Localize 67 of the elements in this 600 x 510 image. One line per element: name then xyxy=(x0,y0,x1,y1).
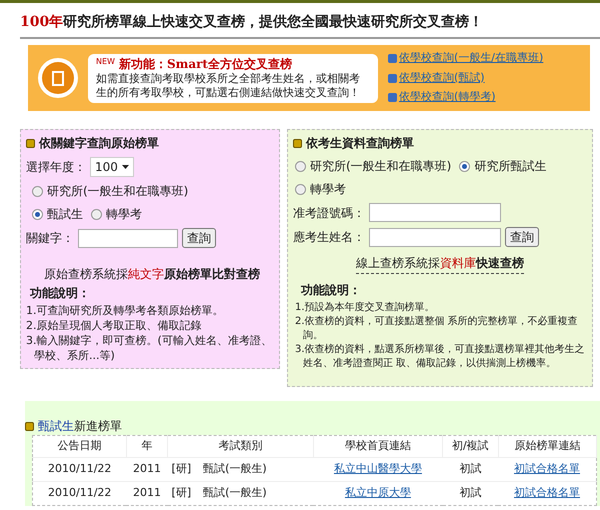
table-cell-text: [研] xyxy=(172,485,192,502)
note-text: 原始查榜系統採純文字原始榜單比對查榜 xyxy=(44,267,260,281)
radio-button[interactable] xyxy=(32,186,43,196)
table-cell: 初試 xyxy=(442,482,498,506)
bullet-icon xyxy=(293,138,302,148)
feature-description: 如需直接查詢考取學校系所之全部考生姓名，或相關考生的所有考取學校，可點選右側連結做快速交叉查詢！ xyxy=(96,72,361,100)
radio-button[interactable] xyxy=(32,208,43,220)
table-cell: 2010/11/22 xyxy=(32,482,126,506)
year-select[interactable]: 100 xyxy=(90,157,134,177)
section-title: 甄試生新進榜單 xyxy=(38,418,122,435)
column-header: 學校首頁連結 xyxy=(313,436,443,458)
radio-label: 研究所甄試生 xyxy=(474,158,546,175)
column-header: 原始榜單連結 xyxy=(498,436,596,458)
help-item: 1.可查詢研究所及轉學考各類原始榜單。 xyxy=(26,303,224,318)
search-button[interactable]: 查詢 xyxy=(505,227,539,247)
help-title: 功能說明： xyxy=(29,285,91,302)
column-header: 公告日期 xyxy=(32,436,126,458)
radio-label: 轉學考 xyxy=(310,181,346,198)
help-item: 2.依查榜的資料，可直接點選整個 系所的完整榜單，不必重複查詢。 xyxy=(294,315,579,343)
year-label: 選擇年度： xyxy=(26,159,86,176)
help-item: 1.預設為本年度交叉查詢榜單。 xyxy=(294,301,436,315)
radio-label: 轉學考 xyxy=(106,206,142,223)
input-field[interactable] xyxy=(369,228,501,246)
radio-button[interactable] xyxy=(295,184,306,194)
column-header: 考試類別 xyxy=(168,436,314,458)
table-cell: 初試 xyxy=(442,458,498,482)
feature-title: 新功能：Smart全方位交叉查榜 xyxy=(118,56,292,72)
table-cell: 2010/11/22 xyxy=(32,458,126,482)
caret-icon xyxy=(122,165,129,169)
school-search-link[interactable]: 依學校查詢(轉學考) xyxy=(399,89,496,106)
school-link[interactable]: 私立中原大學 xyxy=(344,486,411,500)
search-button[interactable]: 查詢 xyxy=(182,228,216,248)
help-item: 3.輸入關鍵字，即可查榜。(可輸入姓名、准考證、學校、系所...等) xyxy=(26,333,273,363)
radio-label: 研究所(一般生和在職專班) xyxy=(47,183,188,200)
table-cell: 2011 xyxy=(126,458,168,482)
id-label: 准考證號碼： xyxy=(293,204,365,222)
radio-button[interactable] xyxy=(91,208,102,220)
school-link[interactable]: 私立中山醫學大學 xyxy=(334,462,422,476)
panel-title: 依考生資料查詢榜單 xyxy=(306,135,414,152)
page-headline: 100年研究所榜單線上快速交叉查榜，提供您全國最快速研究所交叉查榜！ xyxy=(20,14,484,30)
bullet-icon xyxy=(26,138,35,148)
panel-title: 依關鍵字查詢原始榜單 xyxy=(39,135,159,152)
help-item: 3.依查榜的資料，點選系所榜單後，可直接點選榜單裡其他考生之姓名、准考證查閱正 取、備取記錄，以供揣測上榜機率。 xyxy=(294,343,586,371)
document-icon xyxy=(38,58,78,98)
column-header: 初/複試 xyxy=(442,436,498,458)
radio-button[interactable] xyxy=(295,160,306,172)
radio-label: 研究所(一般生和在職專班) xyxy=(310,158,452,175)
table-cell: 2011 xyxy=(126,482,168,506)
new-label: NEW xyxy=(96,56,115,66)
name-label: 應考生姓名： xyxy=(293,229,365,246)
table-cell-text: 甄試(一般生) xyxy=(203,485,267,502)
bullet-icon xyxy=(25,422,34,430)
table-cell-text: 甄試(一般生) xyxy=(203,461,267,478)
input-field[interactable] xyxy=(78,228,178,248)
help-item: 2.原始呈現個人考取正取、備取記錄 xyxy=(26,318,202,333)
school-search-link[interactable]: 依學校查詢(一般生/在職專班) xyxy=(399,50,544,67)
radio-label: 甄試生 xyxy=(47,206,83,223)
keyword-label: 關鍵字： xyxy=(26,230,74,247)
note-text: 線上查榜系統採資料庫快速查榜 xyxy=(356,256,524,270)
radio-button[interactable] xyxy=(459,160,470,172)
input-field[interactable] xyxy=(369,203,501,222)
school-search-link[interactable]: 依學校查詢(甄試) xyxy=(399,70,485,86)
result-list-link[interactable]: 初試合格名單 xyxy=(514,486,580,500)
column-header: 年 xyxy=(126,436,168,458)
table-cell-text: [研] xyxy=(172,461,192,478)
result-list-link[interactable]: 初試合格名單 xyxy=(514,462,580,476)
help-title: 功能說明： xyxy=(300,282,362,299)
